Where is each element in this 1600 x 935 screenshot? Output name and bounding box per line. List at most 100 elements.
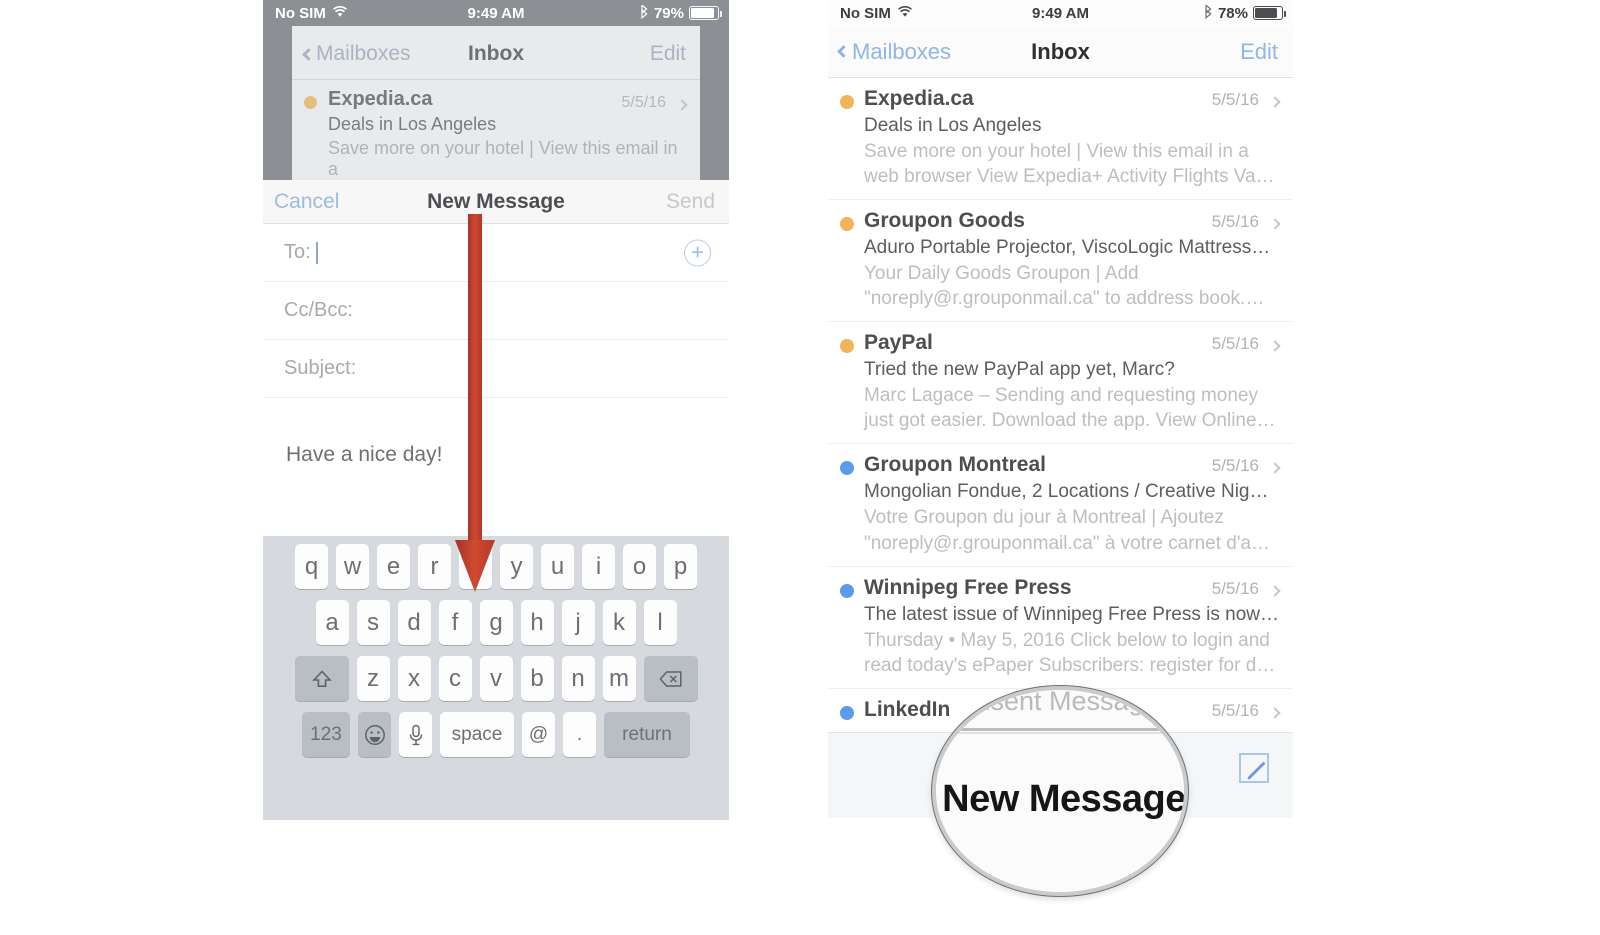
key-v[interactable]: v bbox=[479, 656, 513, 701]
unread-dot-icon bbox=[304, 96, 317, 109]
delete-icon[interactable] bbox=[643, 656, 698, 701]
key-n[interactable]: n bbox=[561, 656, 595, 701]
battery-percent-label: 79% bbox=[653, 4, 684, 22]
key-e[interactable]: e bbox=[377, 544, 410, 589]
dimmed-inbox-title: Inbox bbox=[468, 42, 524, 65]
onscreen-keyboard: q w e r t y u i o p a s d f g h j k l z … bbox=[263, 536, 729, 820]
mail-subject: The latest issue of Winnipeg Free Press … bbox=[864, 603, 1279, 625]
send-button[interactable]: Send bbox=[666, 190, 715, 214]
dimmed-edit-button: Edit bbox=[649, 42, 686, 65]
microphone-icon[interactable] bbox=[399, 712, 432, 757]
to-field[interactable]: To: + bbox=[263, 224, 729, 282]
key-a[interactable]: a bbox=[315, 600, 349, 645]
unread-dot-icon bbox=[840, 339, 854, 354]
mail-date: 5/5/16 bbox=[1211, 456, 1259, 476]
compose-navbar: Cancel New Message Send bbox=[263, 180, 729, 224]
key-i[interactable]: i bbox=[582, 544, 615, 589]
magnifier-label: New Message bbox=[942, 778, 1186, 820]
unread-dot-icon bbox=[840, 461, 854, 476]
table-row[interactable]: PayPal 5/5/16 Tried the new PayPal app y… bbox=[828, 322, 1293, 445]
table-row[interactable]: Groupon Montreal 5/5/16 Mongolian Fondue… bbox=[828, 444, 1293, 567]
key-k[interactable]: k bbox=[602, 600, 636, 645]
inbox-mail-list: Expedia.ca 5/5/16 Deals in Los Angeles S… bbox=[828, 78, 1293, 737]
keyboard-row-2: a s d f g h j k l bbox=[263, 600, 729, 645]
mail-date: 5/5/16 bbox=[1211, 90, 1259, 109]
cc-bcc-field[interactable]: Cc/Bcc: bbox=[263, 282, 729, 340]
mail-subject: Deals in Los Angeles bbox=[864, 115, 1042, 136]
key-q[interactable]: q bbox=[295, 544, 328, 589]
table-row[interactable]: Expedia.ca 5/5/16 Deals in Los Angeles S… bbox=[828, 78, 1293, 201]
key-o[interactable]: o bbox=[623, 544, 656, 589]
key-b[interactable]: b bbox=[520, 656, 554, 701]
unread-dot-icon bbox=[840, 583, 854, 598]
mailboxes-back-button[interactable]: Mailboxes bbox=[837, 38, 952, 65]
period-key[interactable]: . bbox=[563, 712, 596, 757]
cc-bcc-label: Cc/Bcc: bbox=[284, 299, 353, 321]
key-u[interactable]: u bbox=[541, 544, 574, 589]
chevron-right-icon bbox=[1269, 704, 1281, 722]
mail-date: 5/5/16 bbox=[1211, 212, 1259, 232]
table-row[interactable]: Winnipeg Free Press 5/5/16 The latest is… bbox=[828, 566, 1293, 689]
key-g[interactable]: g bbox=[479, 600, 513, 645]
left-phone-screen: No SIM 9:49 AM 79% Mailboxes Inbox Edit … bbox=[263, 0, 729, 820]
compose-sheet: Cancel New Message Send To: + Cc/Bcc: Su… bbox=[263, 180, 729, 820]
key-p[interactable]: p bbox=[664, 544, 697, 589]
screenshot-stage: No SIM 9:49 AM 79% Mailboxes Inbox Edit … bbox=[0, 0, 1600, 935]
mail-preview: Your Daily Goods Groupon | Add "noreply@… bbox=[864, 263, 1265, 310]
right-status-bar: No SIM 9:49 AM 78% bbox=[828, 0, 1293, 26]
compose-pencil-icon[interactable] bbox=[1239, 753, 1269, 783]
mail-subject: Tried the new PayPal app yet, Marc? bbox=[864, 359, 1175, 381]
key-y[interactable]: y bbox=[500, 544, 533, 589]
subject-field[interactable]: Subject: bbox=[263, 340, 729, 398]
battery-icon bbox=[1253, 6, 1287, 20]
unread-dot-icon bbox=[840, 217, 854, 232]
mail-date: 5/5/16 bbox=[1211, 578, 1259, 598]
magnifier-callout: nsent Message New Message bbox=[932, 686, 1188, 896]
dimmed-inbox-background: No SIM 9:49 AM 79% Mailboxes Inbox Edit … bbox=[263, 0, 729, 180]
chevron-right-icon bbox=[1269, 93, 1281, 111]
key-m[interactable]: m bbox=[602, 656, 636, 701]
key-r[interactable]: r bbox=[418, 544, 451, 589]
emoji-icon[interactable] bbox=[358, 712, 391, 757]
key-s[interactable]: s bbox=[356, 600, 390, 645]
chevron-right-icon bbox=[1269, 459, 1281, 477]
edit-button[interactable]: Edit bbox=[1240, 39, 1278, 65]
return-key[interactable]: return bbox=[604, 712, 690, 757]
at-key[interactable]: @ bbox=[522, 712, 555, 757]
key-j[interactable]: j bbox=[561, 600, 595, 645]
battery-icon bbox=[689, 6, 723, 20]
add-contact-button[interactable]: + bbox=[684, 239, 711, 266]
dimmed-inbox-card: Mailboxes Inbox Edit Expedia.ca 5/5/16 D… bbox=[292, 26, 700, 180]
bluetooth-icon bbox=[639, 4, 649, 23]
battery-percent-label: 78% bbox=[1217, 4, 1248, 22]
keyboard-row-4: 123 space @ . return bbox=[263, 712, 729, 757]
mail-preview: Marc Lagace – Sending and requesting mon… bbox=[864, 385, 1276, 432]
key-h[interactable]: h bbox=[520, 600, 554, 645]
unread-dot-icon bbox=[840, 705, 854, 720]
key-l[interactable]: l bbox=[643, 600, 677, 645]
dimmed-date: 5/5/16 bbox=[621, 94, 666, 111]
mail-preview: Thursday • May 5, 2016 Click below to lo… bbox=[864, 629, 1276, 676]
key-z[interactable]: z bbox=[356, 656, 390, 701]
key-c[interactable]: c bbox=[438, 656, 472, 701]
dimmed-mail-row: Expedia.ca 5/5/16 Deals in Los Angeles S… bbox=[292, 80, 700, 180]
mailboxes-back-label: Mailboxes bbox=[852, 38, 952, 64]
space-key[interactable]: space bbox=[440, 712, 514, 757]
key-f[interactable]: f bbox=[438, 600, 472, 645]
bluetooth-icon bbox=[1203, 4, 1213, 23]
mail-subject: Aduro Portable Projector, ViscoLogic Mat… bbox=[864, 237, 1271, 259]
table-row[interactable]: Groupon Goods 5/5/16 Aduro Portable Proj… bbox=[828, 200, 1293, 323]
mail-preview: Votre Groupon du jour à Montreal | Ajout… bbox=[864, 507, 1271, 554]
right-navbar: Mailboxes Inbox Edit bbox=[828, 26, 1293, 78]
key-w[interactable]: w bbox=[336, 544, 369, 589]
chevron-left-icon bbox=[837, 45, 850, 58]
chevron-right-icon bbox=[1269, 337, 1281, 355]
shift-icon[interactable] bbox=[294, 656, 349, 701]
key-d[interactable]: d bbox=[397, 600, 431, 645]
key-t[interactable]: t bbox=[459, 544, 492, 589]
cancel-button[interactable]: Cancel bbox=[274, 190, 339, 214]
text-cursor bbox=[315, 241, 318, 264]
key-x[interactable]: x bbox=[397, 656, 431, 701]
numbers-key[interactable]: 123 bbox=[302, 712, 350, 757]
chevron-right-icon bbox=[1269, 582, 1281, 600]
